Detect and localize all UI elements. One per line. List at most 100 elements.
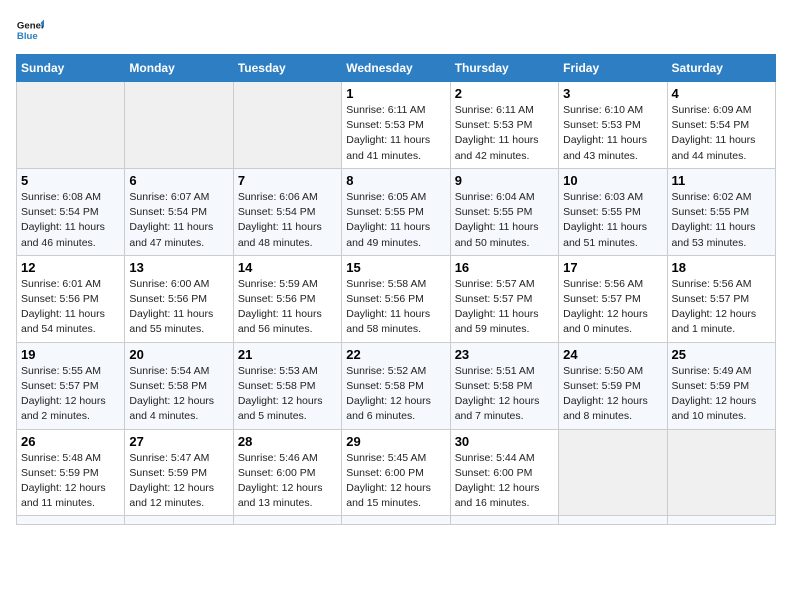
calendar-cell: 5Sunrise: 6:08 AM Sunset: 5:54 PM Daylig… [17,168,125,255]
calendar-cell: 26 Sunrise: 5:48 AM Sunset: 5:59 PM Dayli… [17,429,125,516]
calendar-cell: 16 Sunrise: 5:57 AM Sunset: 5:57 PM Dayli… [450,255,558,342]
day-info: Sunrise: 5:58 AM Sunset: 5:56 PM Dayligh… [346,277,445,338]
calendar-row: 19 Sunrise: 5:55 AM Sunset: 5:57 PM Dayli… [17,342,776,429]
day-number: 9 [455,173,554,188]
day-number: 13 [129,260,228,275]
calendar-cell: 13 Sunrise: 6:00 AM Sunset: 5:56 PM Dayli… [125,255,233,342]
day-info: Sunrise: 5:46 AM Sunset: 6:00 PM Dayligh… [238,451,337,512]
calendar-cell-empty [342,516,450,525]
day-info: Sunrise: 5:52 AM Sunset: 5:58 PM Dayligh… [346,364,445,425]
calendar-cell: 23 Sunrise: 5:51 AM Sunset: 5:58 PM Dayli… [450,342,558,429]
day-number: 20 [129,347,228,362]
day-info: Sunrise: 6:09 AM Sunset: 5:54 PM Dayligh… [672,103,771,164]
calendar-cell: 20 Sunrise: 5:54 AM Sunset: 5:58 PM Dayli… [125,342,233,429]
day-info: Sunrise: 6:00 AM Sunset: 5:56 PM Dayligh… [129,277,228,338]
day-info: Sunrise: 5:47 AM Sunset: 5:59 PM Dayligh… [129,451,228,512]
calendar-cell: 30 Sunrise: 5:44 AM Sunset: 6:00 PM Dayli… [450,429,558,516]
day-number: 4 [672,86,771,101]
day-number: 7 [238,173,337,188]
calendar-cell: 7 Sunrise: 6:06 AM Sunset: 5:54 PM Daylig… [233,168,341,255]
calendar-cell: 3 Sunrise: 6:10 AM Sunset: 5:53 PM Daylig… [559,82,667,169]
day-info: Sunrise: 5:55 AM Sunset: 5:57 PM Dayligh… [21,364,120,425]
day-number: 10 [563,173,662,188]
day-info: Sunrise: 6:08 AM Sunset: 5:54 PM Dayligh… [21,190,120,251]
svg-text:Blue: Blue [17,31,38,42]
calendar-cell [17,82,125,169]
day-info: Sunrise: 5:56 AM Sunset: 5:57 PM Dayligh… [563,277,662,338]
day-info: Sunrise: 6:05 AM Sunset: 5:55 PM Dayligh… [346,190,445,251]
calendar-cell: 12Sunrise: 6:01 AM Sunset: 5:56 PM Dayli… [17,255,125,342]
calendar-cell: 18 Sunrise: 5:56 AM Sunset: 5:57 PM Dayli… [667,255,775,342]
logo-icon: General Blue [16,16,44,44]
day-number: 15 [346,260,445,275]
weekday-sunday: Sunday [17,55,125,82]
day-number: 23 [455,347,554,362]
day-number: 29 [346,434,445,449]
weekday-wednesday: Wednesday [342,55,450,82]
day-info: Sunrise: 5:53 AM Sunset: 5:58 PM Dayligh… [238,364,337,425]
calendar-cell: 21 Sunrise: 5:53 AM Sunset: 5:58 PM Dayli… [233,342,341,429]
weekday-thursday: Thursday [450,55,558,82]
day-info: Sunrise: 6:04 AM Sunset: 5:55 PM Dayligh… [455,190,554,251]
day-number: 21 [238,347,337,362]
day-number: 27 [129,434,228,449]
day-info: Sunrise: 5:56 AM Sunset: 5:57 PM Dayligh… [672,277,771,338]
day-info: Sunrise: 5:54 AM Sunset: 5:58 PM Dayligh… [129,364,228,425]
calendar-cell: 11Sunrise: 6:02 AM Sunset: 5:55 PM Dayli… [667,168,775,255]
day-info: Sunrise: 5:51 AM Sunset: 5:58 PM Dayligh… [455,364,554,425]
calendar-cell: 4 Sunrise: 6:09 AM Sunset: 5:54 PM Daylig… [667,82,775,169]
calendar-cell [17,516,125,525]
calendar-cell: 28 Sunrise: 5:46 AM Sunset: 6:00 PM Dayli… [233,429,341,516]
day-number: 3 [563,86,662,101]
calendar-cell: 10Sunrise: 6:03 AM Sunset: 5:55 PM Dayli… [559,168,667,255]
day-info: Sunrise: 5:49 AM Sunset: 5:59 PM Dayligh… [672,364,771,425]
day-number: 16 [455,260,554,275]
calendar-cell [233,516,341,525]
svg-text:General: General [17,20,44,31]
day-info: Sunrise: 6:07 AM Sunset: 5:54 PM Dayligh… [129,190,228,251]
calendar-cell: 6Sunrise: 6:07 AM Sunset: 5:54 PM Daylig… [125,168,233,255]
calendar-table: SundayMondayTuesdayWednesdayThursdayFrid… [16,54,776,525]
page-header: General Blue [16,16,776,44]
day-number: 26 [21,434,120,449]
day-info: Sunrise: 6:10 AM Sunset: 5:53 PM Dayligh… [563,103,662,164]
day-info: Sunrise: 6:11 AM Sunset: 5:53 PM Dayligh… [346,103,445,164]
day-info: Sunrise: 6:02 AM Sunset: 5:55 PM Dayligh… [672,190,771,251]
day-info: Sunrise: 6:01 AM Sunset: 5:56 PM Dayligh… [21,277,120,338]
calendar-cell: 19 Sunrise: 5:55 AM Sunset: 5:57 PM Dayli… [17,342,125,429]
calendar-row [17,516,776,525]
day-info: Sunrise: 5:57 AM Sunset: 5:57 PM Dayligh… [455,277,554,338]
weekday-friday: Friday [559,55,667,82]
calendar-body: 1 Sunrise: 6:11 AM Sunset: 5:53 PM Daylig… [17,82,776,525]
day-number: 30 [455,434,554,449]
day-info: Sunrise: 5:50 AM Sunset: 5:59 PM Dayligh… [563,364,662,425]
calendar-cell: 22 Sunrise: 5:52 AM Sunset: 5:58 PM Dayli… [342,342,450,429]
calendar-row: 12Sunrise: 6:01 AM Sunset: 5:56 PM Dayli… [17,255,776,342]
weekday-monday: Monday [125,55,233,82]
calendar-cell: 9 Sunrise: 6:04 AM Sunset: 5:55 PM Daylig… [450,168,558,255]
day-number: 18 [672,260,771,275]
day-number: 1 [346,86,445,101]
day-info: Sunrise: 6:06 AM Sunset: 5:54 PM Dayligh… [238,190,337,251]
day-info: Sunrise: 6:11 AM Sunset: 5:53 PM Dayligh… [455,103,554,164]
day-number: 19 [21,347,120,362]
calendar-cell: 15 Sunrise: 5:58 AM Sunset: 5:56 PM Dayli… [342,255,450,342]
calendar-cell [125,516,233,525]
calendar-cell [233,82,341,169]
calendar-cell: 17 Sunrise: 5:56 AM Sunset: 5:57 PM Dayli… [559,255,667,342]
day-info: Sunrise: 5:48 AM Sunset: 5:59 PM Dayligh… [21,451,120,512]
calendar-cell-empty [450,516,558,525]
calendar-cell [559,429,667,516]
day-info: Sunrise: 5:44 AM Sunset: 6:00 PM Dayligh… [455,451,554,512]
day-number: 8 [346,173,445,188]
logo: General Blue [16,16,48,44]
calendar-row: 5Sunrise: 6:08 AM Sunset: 5:54 PM Daylig… [17,168,776,255]
calendar-cell-empty [667,516,775,525]
day-number: 17 [563,260,662,275]
calendar-row: 26 Sunrise: 5:48 AM Sunset: 5:59 PM Dayli… [17,429,776,516]
calendar-cell [667,429,775,516]
calendar-cell: 1 Sunrise: 6:11 AM Sunset: 5:53 PM Daylig… [342,82,450,169]
day-number: 22 [346,347,445,362]
day-info: Sunrise: 5:45 AM Sunset: 6:00 PM Dayligh… [346,451,445,512]
day-number: 28 [238,434,337,449]
